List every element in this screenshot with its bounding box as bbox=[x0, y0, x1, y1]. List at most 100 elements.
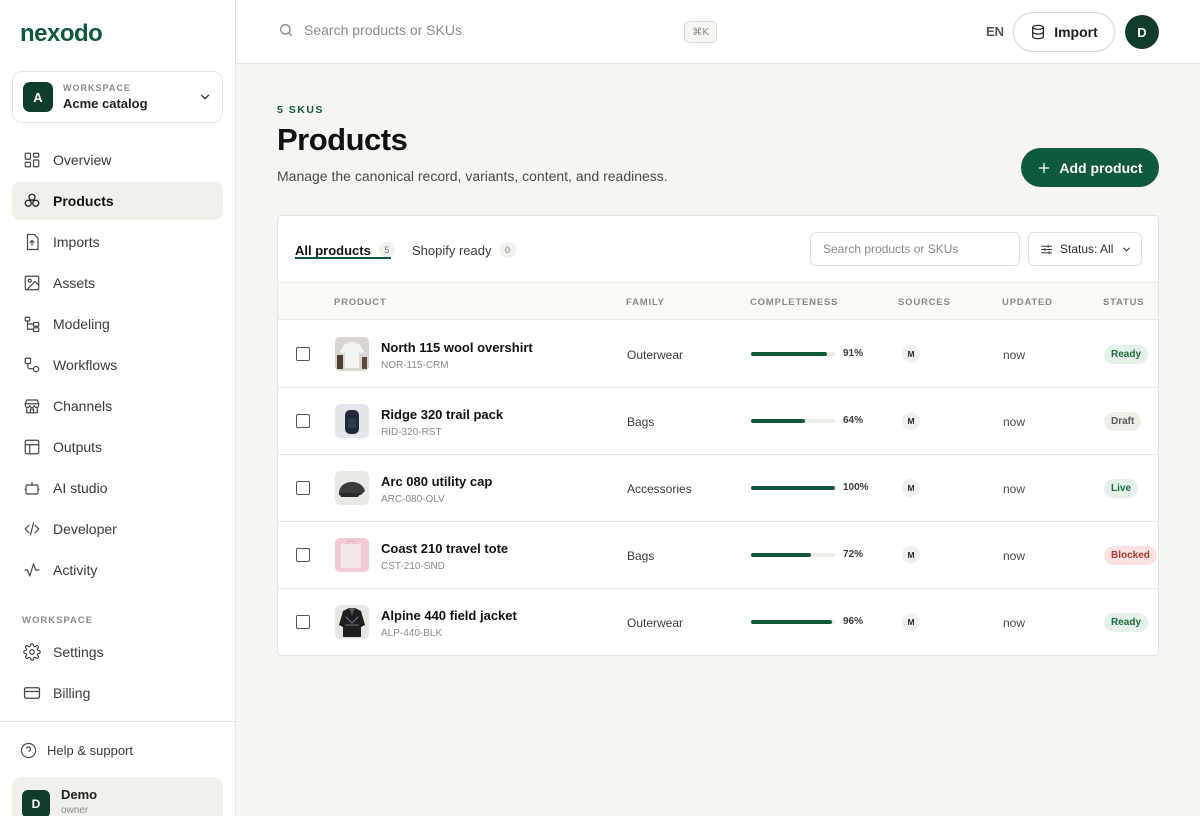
sidebar-item-label: Channels bbox=[53, 398, 113, 414]
sidebar-item-label: Products bbox=[53, 193, 114, 209]
sidebar-item-label: Imports bbox=[53, 234, 100, 250]
updated-time: now bbox=[1003, 415, 1026, 429]
products-icon bbox=[24, 193, 40, 207]
sidebar: nexodo A WORKSPACE Acme catalog Overview… bbox=[0, 0, 236, 816]
chevron-down-icon bbox=[200, 94, 210, 100]
product-family: Accessories bbox=[627, 482, 692, 496]
row-checkbox[interactable] bbox=[296, 548, 310, 562]
sidebar-item-channels[interactable]: Channels bbox=[12, 387, 223, 425]
main-nav: Overview Products Imports Assets Modelin… bbox=[12, 141, 223, 592]
column-header-family[interactable]: FAMILY bbox=[626, 297, 665, 308]
completeness-bar-fill bbox=[751, 486, 835, 490]
product-sku: ARC-080-OLV bbox=[381, 494, 445, 505]
user-card[interactable]: D Demo owner bbox=[12, 777, 223, 816]
sidebar-item-imports[interactable]: Imports bbox=[12, 223, 223, 261]
active-tab-indicator bbox=[295, 257, 391, 259]
status-filter-dropdown[interactable]: Status: All bbox=[1028, 232, 1142, 266]
sidebar-item-label: Settings bbox=[53, 644, 104, 660]
product-name[interactable]: Arc 080 utility cap bbox=[381, 474, 492, 489]
sidebar-item-developer[interactable]: Developer bbox=[12, 510, 223, 548]
product-family: Outerwear bbox=[627, 348, 684, 362]
completeness-percent: 96% bbox=[843, 616, 864, 627]
workspace-name: Acme catalog bbox=[63, 96, 148, 111]
source-badge: M bbox=[902, 412, 920, 430]
products-card: All products 5 Shopify ready 0 Search pr… bbox=[277, 215, 1159, 656]
product-search-input[interactable]: Search products or SKUs bbox=[810, 232, 1020, 266]
status-badge: Ready bbox=[1104, 613, 1149, 632]
help-support-link[interactable]: Help & support bbox=[20, 742, 133, 759]
global-search[interactable]: Search products or SKUs bbox=[278, 22, 462, 38]
row-checkbox[interactable] bbox=[296, 481, 310, 495]
sidebar-item-workflows[interactable]: Workflows bbox=[12, 346, 223, 384]
product-family: Bags bbox=[627, 549, 655, 563]
product-name[interactable]: Alpine 440 field jacket bbox=[381, 608, 517, 623]
import-button[interactable]: Import bbox=[1013, 12, 1115, 52]
completeness-bar bbox=[751, 553, 835, 557]
row-checkbox[interactable] bbox=[296, 414, 310, 428]
table-row[interactable]: North 115 wool overshirt NOR-115-CRM Outer… bbox=[278, 321, 1158, 388]
sidebar-item-products[interactable]: Products bbox=[12, 182, 223, 220]
table-row[interactable]: Alpine 440 field jacket ALP-440-BLK Outerw… bbox=[278, 589, 1158, 655]
import-label: Import bbox=[1054, 24, 1098, 40]
filter-sliders-icon bbox=[1041, 244, 1052, 254]
product-name[interactable]: Coast 210 travel tote bbox=[381, 541, 508, 556]
status-badge: Live bbox=[1104, 479, 1139, 498]
completeness-bar-fill bbox=[751, 352, 828, 356]
workspace-avatar: A bbox=[23, 82, 53, 112]
help-icon bbox=[20, 742, 37, 759]
sidebar-item-activity[interactable]: Activity bbox=[12, 551, 223, 589]
page-subtitle: Manage the canonical record, variants, c… bbox=[277, 168, 668, 184]
column-header-updated[interactable]: UPDATED bbox=[1002, 297, 1053, 308]
table-header: PRODUCT FAMILY COMPLETENESS SOURCES UPDA… bbox=[278, 282, 1158, 320]
product-thumbnail bbox=[335, 404, 369, 438]
tab-count: 0 bbox=[499, 242, 516, 258]
table-row[interactable]: Ridge 320 trail pack RID-320-RST Bags 64% Mn… bbox=[278, 388, 1158, 455]
updated-time: now bbox=[1003, 616, 1026, 630]
column-header-product[interactable]: PRODUCT bbox=[334, 297, 387, 308]
tab-count: 5 bbox=[378, 242, 395, 258]
shortcut-hint: ⌘K bbox=[684, 21, 717, 43]
product-name[interactable]: Ridge 320 trail pack bbox=[381, 407, 503, 422]
sidebar-item-billing[interactable]: Billing bbox=[12, 674, 223, 712]
table-row[interactable]: Arc 080 utility cap ARC-080-OLV Accessorie… bbox=[278, 455, 1158, 522]
sidebar-item-label: Assets bbox=[53, 275, 96, 291]
chevron-down-icon bbox=[1123, 247, 1131, 252]
row-checkbox[interactable] bbox=[296, 615, 310, 629]
search-input[interactable]: Search products or SKUs bbox=[304, 22, 462, 38]
completeness-bar bbox=[751, 486, 835, 490]
column-header-completeness[interactable]: COMPLETENESS bbox=[750, 297, 838, 308]
column-header-sources[interactable]: SOURCES bbox=[898, 297, 951, 308]
avatar: D bbox=[22, 790, 50, 816]
product-name[interactable]: North 115 wool overshirt bbox=[381, 340, 533, 355]
avatar[interactable]: D bbox=[1125, 15, 1159, 49]
gear-icon bbox=[23, 643, 41, 661]
language-switch[interactable]: EN bbox=[986, 24, 1004, 39]
sidebar-item-settings[interactable]: Settings bbox=[12, 633, 223, 671]
sidebar-item-modeling[interactable]: Modeling bbox=[12, 305, 223, 343]
status-badge: Blocked bbox=[1104, 546, 1157, 565]
completeness-percent: 72% bbox=[843, 549, 864, 560]
tab-shopify-ready[interactable]: Shopify ready 0 bbox=[412, 242, 516, 258]
sidebar-item-label: Activity bbox=[53, 562, 98, 578]
app-logo[interactable]: nexodo bbox=[20, 20, 103, 48]
tab-label: Shopify ready bbox=[412, 242, 492, 258]
sidebar-item-overview[interactable]: Overview bbox=[12, 141, 223, 179]
nav-section-heading: WORKSPACE bbox=[22, 615, 94, 626]
sidebar-item-ai-studio[interactable]: AI studio bbox=[12, 469, 223, 507]
sidebar-divider bbox=[0, 721, 236, 722]
product-thumbnail bbox=[335, 337, 369, 371]
sidebar-item-outputs[interactable]: Outputs bbox=[12, 428, 223, 466]
add-product-button[interactable]: Add product bbox=[1021, 148, 1159, 187]
table-row[interactable]: Coast 210 travel tote CST-210-SND Bags 72% M… bbox=[278, 522, 1158, 589]
workspace-switcher[interactable]: A WORKSPACE Acme catalog bbox=[12, 71, 223, 123]
row-checkbox[interactable] bbox=[296, 347, 310, 361]
status-filter-label: Status: All bbox=[1060, 242, 1114, 256]
product-sku: NOR-115-CRM bbox=[381, 360, 449, 371]
sidebar-item-assets[interactable]: Assets bbox=[12, 264, 223, 302]
tab-all-products[interactable]: All products 5 bbox=[295, 242, 395, 258]
search-icon bbox=[280, 24, 292, 36]
updated-time: now bbox=[1003, 549, 1026, 563]
column-header-status[interactable]: STATUS bbox=[1103, 297, 1144, 308]
tree-icon bbox=[24, 316, 40, 333]
source-badge: M bbox=[902, 613, 920, 631]
